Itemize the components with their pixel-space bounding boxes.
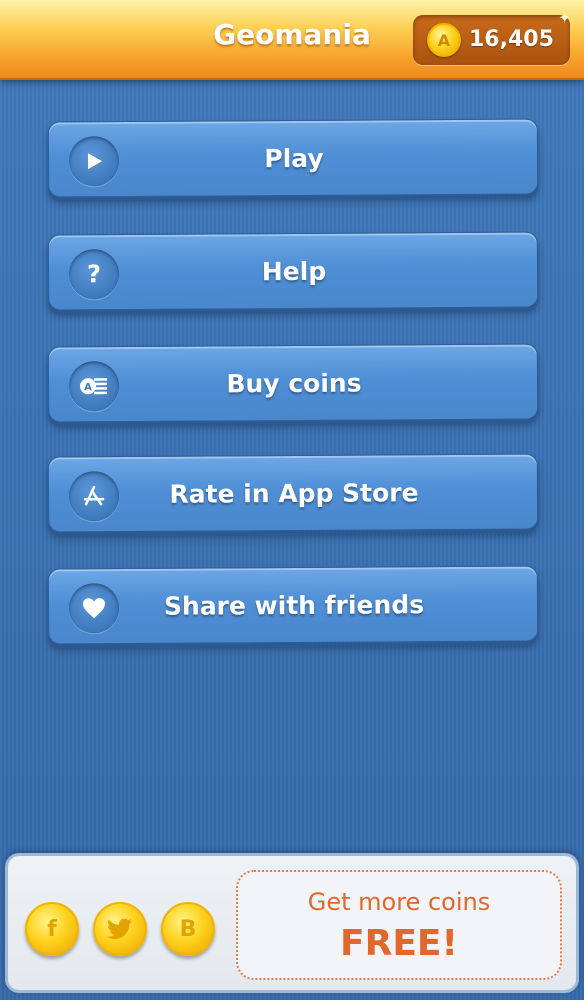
game-title: Geomania — [213, 18, 371, 51]
bottom-panel: f B Get more coins FREE! — [5, 853, 579, 993]
header-bar: Geomania A 16,405 ✦ — [0, 0, 584, 80]
play-icon — [68, 136, 120, 187]
rate-app-store-button-label: Rate in App Store — [169, 478, 419, 509]
coin-count: 16,405 — [469, 27, 554, 52]
play-button[interactable]: Play — [47, 118, 539, 198]
b-icon: B — [179, 916, 197, 942]
heart-icon — [68, 583, 120, 634]
twitter-icon — [107, 918, 132, 939]
buy-coins-button[interactable]: A Buy coins — [47, 343, 539, 423]
b-social-button[interactable]: B — [161, 902, 215, 956]
free-coins-promo[interactable]: Get more coins FREE! — [236, 870, 562, 980]
twitter-button[interactable] — [93, 902, 147, 956]
app-store-icon — [68, 471, 120, 522]
coin-icon: A — [427, 23, 461, 57]
sparkle-icon: ✦ — [558, 8, 572, 27]
share-friends-button-label: Share with friends — [163, 590, 425, 621]
question-icon: ? — [68, 249, 120, 300]
help-button[interactable]: ? Help — [47, 231, 539, 311]
buy-coins-button-label: Buy coins — [226, 368, 362, 399]
facebook-icon: f — [47, 916, 57, 942]
facebook-button[interactable]: f — [25, 902, 79, 956]
coin-counter[interactable]: A 16,405 — [413, 15, 570, 65]
coins-icon: A — [68, 361, 120, 412]
rate-app-store-button[interactable]: Rate in App Store — [47, 453, 539, 533]
help-button-label: Help — [261, 256, 327, 287]
promo-text: Get more coins — [307, 888, 491, 916]
svg-text:A: A — [84, 382, 92, 393]
share-friends-button[interactable]: Share with friends — [47, 565, 539, 645]
promo-free-text: FREE! — [340, 923, 458, 964]
game-menu-screen: Geomania A 16,405 ✦ Play ? Help A Buy co… — [0, 0, 584, 1000]
play-button-label: Play — [264, 143, 324, 174]
